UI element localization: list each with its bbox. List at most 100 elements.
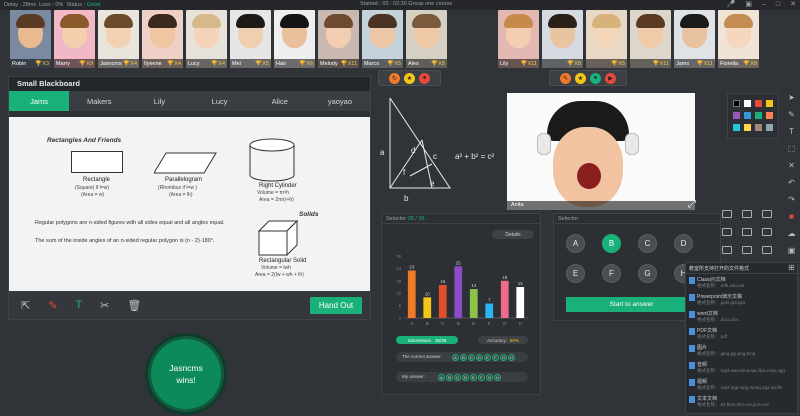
- camera-rail-icon[interactable]: ▣: [788, 246, 796, 255]
- student-video[interactable]: Robin 🏆X3: [10, 10, 51, 68]
- pen-tool-icon[interactable]: ✎: [48, 299, 57, 312]
- start-answer-button[interactable]: Start to answer: [566, 297, 697, 312]
- option-g[interactable]: G: [638, 264, 657, 283]
- student-video[interactable]: Marry 🏆X9: [54, 10, 95, 68]
- trash-icon[interactable]: 🗑: [127, 299, 141, 312]
- file-format-item[interactable]: Powerpoint演示文稿 格式名称：.pptx.ppt.pps: [686, 291, 797, 308]
- file-format-item[interactable]: word文档 格式名称：.docx.doc: [686, 308, 797, 325]
- color-swatch[interactable]: [733, 124, 740, 131]
- option-e[interactable]: E: [566, 264, 585, 283]
- tab-alice[interactable]: Alice: [250, 91, 310, 111]
- student-video[interactable]: Melody 🏆X11: [318, 10, 359, 68]
- student-video[interactable]: 🏆X8: [542, 10, 583, 68]
- scissors-icon[interactable]: ✂: [100, 299, 109, 312]
- student-video[interactable]: Ilyeene 🏆X4: [142, 10, 183, 68]
- color-swatch[interactable]: [766, 100, 773, 107]
- file-format-extensions: 格式名称：.mp4.3gp.mpg.mpeg.3g2.avi.flv: [697, 385, 783, 390]
- minimize-icon[interactable]: –: [762, 0, 766, 10]
- details-button[interactable]: Details: [492, 230, 534, 239]
- hand-out-button[interactable]: Hand Out: [310, 297, 362, 314]
- blackboard-sheet[interactable]: Rectangles And Friends Rectangle (Square…: [9, 117, 370, 291]
- document-tool-icon[interactable]: [722, 228, 732, 236]
- student-video[interactable]: Jasncms 🏆X4: [98, 10, 139, 68]
- expand-icon[interactable]: ⤢: [688, 199, 696, 210]
- color-swatch[interactable]: [755, 112, 762, 119]
- option-f[interactable]: F: [602, 264, 621, 283]
- reward-icon[interactable]: ★: [404, 72, 415, 84]
- color-swatch[interactable]: [766, 112, 773, 119]
- color-swatch[interactable]: [755, 100, 762, 107]
- color-swatch[interactable]: [744, 112, 751, 119]
- student-video[interactable]: 🏆X11: [630, 10, 671, 68]
- screen-tool-icon[interactable]: [742, 228, 752, 236]
- undo-rail-icon[interactable]: ↶: [788, 178, 795, 187]
- color-swatch[interactable]: [755, 124, 762, 131]
- text-rail-icon[interactable]: T: [789, 127, 794, 136]
- option-c[interactable]: C: [638, 234, 657, 253]
- color-swatch[interactable]: [733, 112, 740, 119]
- tab-jams[interactable]: Jams: [9, 91, 70, 111]
- file-format-item[interactable]: Class(#)文档 格式名称：.edb.edu.ext: [686, 274, 797, 291]
- submission-value: 36/38: [435, 337, 447, 343]
- color-swatch[interactable]: [744, 100, 751, 107]
- camera-icon[interactable]: ▣: [745, 0, 752, 10]
- hair-shape: [368, 14, 397, 28]
- color-swatch[interactable]: [766, 124, 773, 131]
- file-format-item[interactable]: 图片 格式名称：.jpeg.jpg.png.bmp: [686, 342, 797, 359]
- box-rail-icon[interactable]: ⊞: [788, 263, 795, 272]
- student-video[interactable]: Alex 🏆X5: [406, 10, 447, 68]
- color-swatch[interactable]: [733, 100, 740, 107]
- maximize-icon[interactable]: □: [776, 0, 780, 10]
- clear-rail-icon[interactable]: ■: [789, 212, 794, 221]
- brush-icon[interactable]: ✎: [560, 72, 571, 84]
- eraser-rail-icon[interactable]: ✕: [788, 161, 795, 170]
- student-video[interactable]: Lily 🏆X11: [498, 10, 539, 68]
- main-video[interactable]: Anita: [507, 93, 695, 210]
- video-toggle-icon[interactable]: ▶: [605, 72, 616, 84]
- student-video[interactable]: 🏆X5: [586, 10, 627, 68]
- tab-makers[interactable]: Makers: [69, 91, 129, 111]
- submission-pill: Submission 36/38: [396, 336, 458, 344]
- cloud-rail-icon[interactable]: ☁: [788, 229, 796, 238]
- student-video[interactable]: Marco 🏆X5: [362, 10, 403, 68]
- color-swatch[interactable]: [744, 124, 751, 131]
- close-icon[interactable]: ✕: [790, 0, 796, 10]
- timer-tool-icon[interactable]: [722, 246, 732, 254]
- student-video[interactable]: Fiorella 🏆X8: [718, 10, 759, 68]
- tab-lucy[interactable]: Lucy: [190, 91, 250, 111]
- rotate-icon[interactable]: ↻: [389, 72, 400, 84]
- cursor-tool-icon[interactable]: ➤: [788, 93, 795, 102]
- tab-lily[interactable]: Lily: [129, 91, 189, 111]
- option-b[interactable]: B: [602, 234, 621, 253]
- student-name: Lucy: [188, 60, 200, 67]
- trophy-icon[interactable]: ★: [575, 72, 586, 84]
- tab-yaoyao[interactable]: yaoyao: [310, 91, 370, 111]
- pen-rail-icon[interactable]: ✎: [788, 110, 795, 119]
- text-tool-icon[interactable]: T: [75, 299, 82, 311]
- mic-toggle-icon[interactable]: ●: [590, 72, 601, 84]
- mute-icon[interactable]: ●: [419, 72, 430, 84]
- dice-tool-icon[interactable]: [742, 246, 752, 254]
- image-tool-icon[interactable]: [722, 210, 732, 218]
- grid-tool-icon[interactable]: [762, 210, 772, 218]
- option-a[interactable]: A: [566, 234, 585, 253]
- shape-rail-icon[interactable]: ⬚: [788, 144, 796, 153]
- correct-answer-row: The correct answer: ABCDEFGH: [396, 352, 528, 362]
- select-tool-icon[interactable]: ⇱: [21, 299, 30, 312]
- option-d[interactable]: D: [674, 234, 693, 253]
- student-video[interactable]: Jams 🏆X11: [674, 10, 715, 68]
- file-format-item[interactable]: PDF文档 格式名称：.pdf: [686, 325, 797, 342]
- record-tool-icon[interactable]: [762, 246, 772, 254]
- reward-count: 🏆X4: [123, 60, 137, 67]
- file-format-item[interactable]: 音频 格式名称：.mp3.wav.wma.aac.flac.m4a.ogg: [686, 359, 797, 376]
- file-format-item[interactable]: 文本文档 格式名称：.txt.html.htm.csv.js.ts.css: [686, 393, 797, 410]
- mic-icon[interactable]: 🎤: [727, 0, 736, 10]
- student-video[interactable]: Lucy 🏆X4: [186, 10, 227, 68]
- solid-volume: Volume = lwh: [261, 265, 291, 271]
- crop-tool-icon[interactable]: [762, 228, 772, 236]
- file-format-item[interactable]: 视频 格式名称：.mp4.3gp.mpg.mpeg.3g2.avi.flv: [686, 376, 797, 393]
- folder-tool-icon[interactable]: [742, 210, 752, 218]
- student-video[interactable]: Hao 🏆X6: [274, 10, 315, 68]
- student-video[interactable]: Mei 🏆X5: [230, 10, 271, 68]
- redo-rail-icon[interactable]: ↷: [788, 195, 795, 204]
